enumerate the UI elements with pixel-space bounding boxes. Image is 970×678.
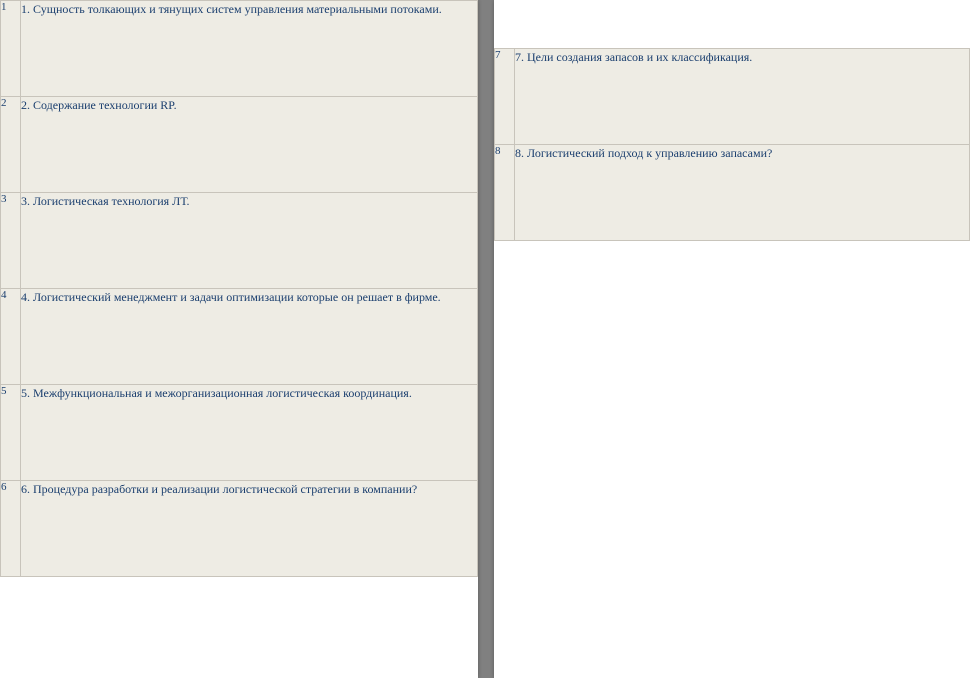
table-row: 6 6. Процедура разработки и реализации л…: [1, 481, 478, 577]
document-workspace: 1 1. Сущность толкающих и тянущих систем…: [0, 0, 970, 678]
row-text: 6. Процедура разработки и реализации лог…: [21, 481, 478, 577]
row-text: 7. Цели создания запасов и их классифика…: [515, 49, 970, 145]
row-number: 2: [1, 97, 21, 193]
row-number: 4: [1, 289, 21, 385]
row-text: 1. Сущность толкающих и тянущих систем у…: [21, 1, 478, 97]
row-text: 3. Логистическая технология ЛТ.: [21, 193, 478, 289]
questions-table-left: 1 1. Сущность толкающих и тянущих систем…: [0, 0, 478, 577]
table-row: 7 7. Цели создания запасов и их классифи…: [495, 49, 970, 145]
page-2: 7 7. Цели создания запасов и их классифи…: [494, 0, 970, 678]
table-row: 5 5. Межфункциональная и межорганизацион…: [1, 385, 478, 481]
table-row: 3 3. Логистическая технология ЛТ.: [1, 193, 478, 289]
row-number: 7: [495, 49, 515, 145]
row-text: 8. Логистический подход к управлению зап…: [515, 145, 970, 241]
questions-table-right: 7 7. Цели создания запасов и их классифи…: [494, 48, 970, 241]
table-row: 4 4. Логистический менеджмент и задачи о…: [1, 289, 478, 385]
table-row: 2 2. Содержание технологии RP.: [1, 97, 478, 193]
table-row: 8 8. Логистический подход к управлению з…: [495, 145, 970, 241]
row-text: 5. Межфункциональная и межорганизационна…: [21, 385, 478, 481]
row-number: 8: [495, 145, 515, 241]
page-1: 1 1. Сущность толкающих и тянущих систем…: [0, 0, 478, 678]
row-number: 6: [1, 481, 21, 577]
row-text: 4. Логистический менеджмент и задачи опт…: [21, 289, 478, 385]
row-text: 2. Содержание технологии RP.: [21, 97, 478, 193]
row-number: 1: [1, 1, 21, 97]
row-number: 3: [1, 193, 21, 289]
row-number: 5: [1, 385, 21, 481]
table-row: 1 1. Сущность толкающих и тянущих систем…: [1, 1, 478, 97]
